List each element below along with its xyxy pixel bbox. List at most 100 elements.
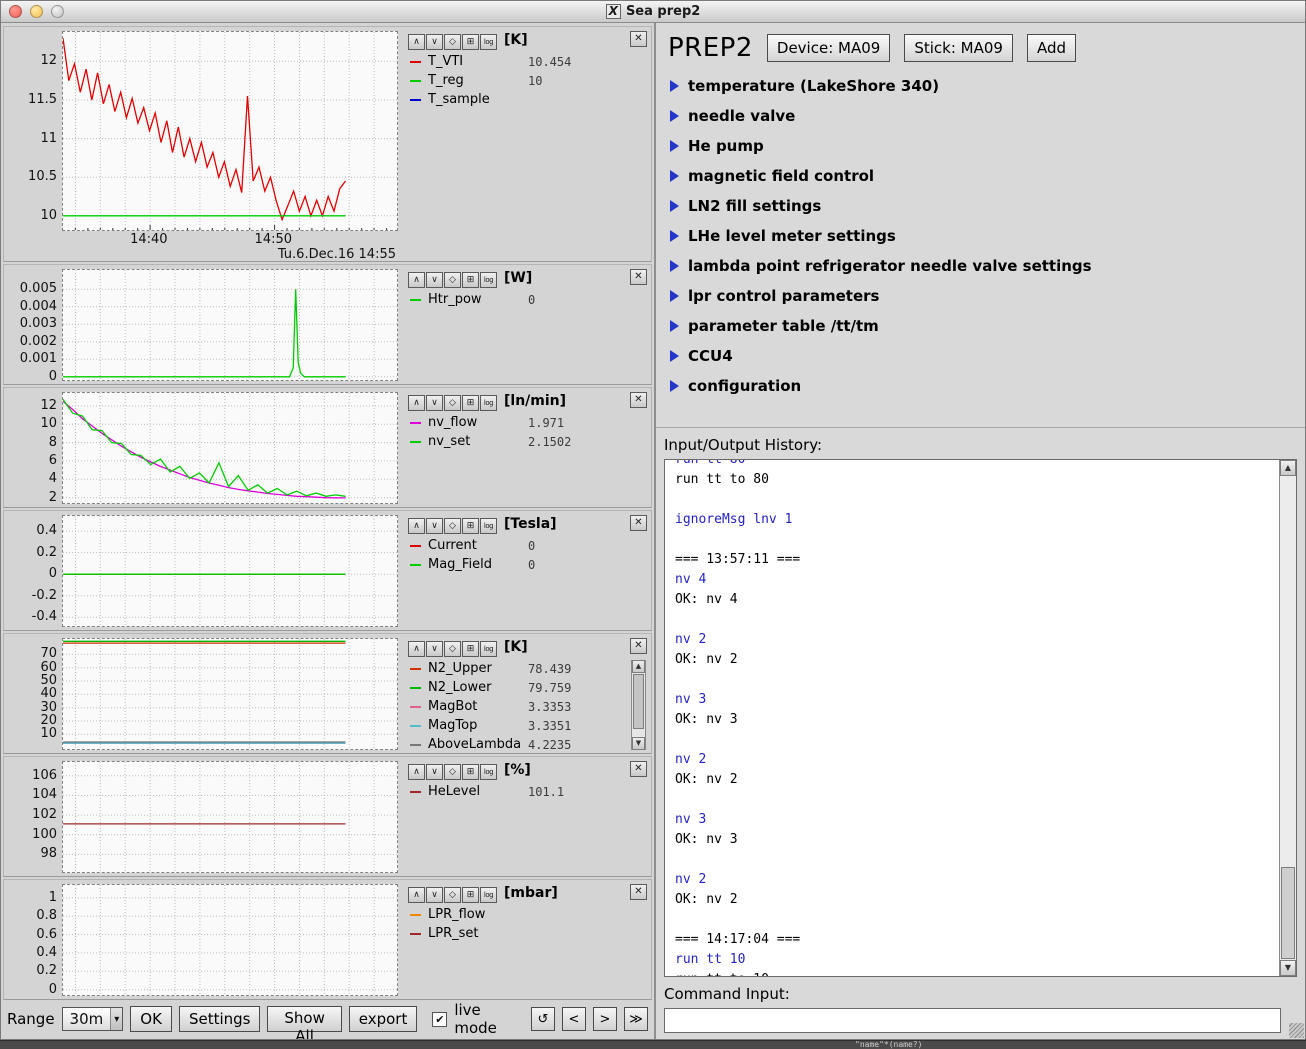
pan-left-button[interactable]: < [562, 1007, 586, 1031]
expand-triangle-icon[interactable] [670, 140, 679, 152]
section-he-pump[interactable]: He pump [670, 131, 1305, 161]
expand-triangle-icon[interactable] [670, 200, 679, 212]
legend-item-N2_Lower[interactable]: N2_Lower79.759 [408, 678, 649, 697]
section-lambda-point-refrigerator-needle-valve-settings[interactable]: lambda point refrigerator needle valve s… [670, 251, 1305, 281]
scroll-thumb[interactable] [633, 674, 644, 729]
close-chart-button[interactable]: ✕ [630, 638, 647, 654]
close-chart-button[interactable]: ✕ [630, 761, 647, 777]
zoom-window-button[interactable] [51, 5, 64, 18]
scale-up-button[interactable]: ∧ [408, 272, 425, 288]
scale-up-button[interactable]: ∧ [408, 641, 425, 657]
scroll-thumb[interactable] [1281, 867, 1295, 959]
history-scrollbar[interactable]: ▲ ▼ [1279, 460, 1296, 976]
add-button[interactable]: Add [1027, 34, 1076, 62]
legend-item-T_sample[interactable]: T_sample [408, 90, 649, 109]
scale-down-button[interactable]: ∨ [426, 518, 443, 534]
plot-area[interactable] [62, 638, 398, 750]
grid-button[interactable]: ⊞ [462, 395, 479, 411]
settings-button[interactable]: Settings [179, 1006, 261, 1032]
legend-item-LPR_set[interactable]: LPR_set [408, 924, 649, 943]
ok-button[interactable]: OK [130, 1006, 172, 1032]
scale-down-button[interactable]: ∨ [426, 272, 443, 288]
autoscale-button[interactable]: ◇ [444, 272, 461, 288]
resize-grip[interactable] [1289, 1023, 1304, 1038]
legend-item-Current[interactable]: Current0 [408, 536, 649, 555]
grid-button[interactable]: ⊞ [462, 518, 479, 534]
log-button[interactable]: log [480, 272, 497, 288]
legend-item-nv_set[interactable]: nv_set2.1502 [408, 432, 649, 451]
pan-right-button[interactable]: > [593, 1007, 617, 1031]
scroll-down-icon[interactable]: ▼ [1280, 960, 1296, 976]
scale-down-button[interactable]: ∨ [426, 34, 443, 50]
legend-item-MagBot[interactable]: MagBot3.3353 [408, 697, 649, 716]
legend-item-nv_flow[interactable]: nv_flow1.971 [408, 413, 649, 432]
reset-view-button[interactable]: ↺ [531, 1007, 555, 1031]
expand-triangle-icon[interactable] [670, 260, 679, 272]
plot-area[interactable] [62, 884, 398, 996]
expand-triangle-icon[interactable] [670, 230, 679, 242]
scale-down-button[interactable]: ∨ [426, 764, 443, 780]
section-lpr-control-parameters[interactable]: lpr control parameters [670, 281, 1305, 311]
expand-triangle-icon[interactable] [670, 350, 679, 362]
expand-triangle-icon[interactable] [670, 170, 679, 182]
autoscale-button[interactable]: ◇ [444, 887, 461, 903]
close-chart-button[interactable]: ✕ [630, 392, 647, 408]
autoscale-button[interactable]: ◇ [444, 641, 461, 657]
autoscale-button[interactable]: ◇ [444, 34, 461, 50]
pan-end-button[interactable]: ≫ [624, 1007, 648, 1031]
scale-up-button[interactable]: ∧ [408, 764, 425, 780]
plot-area[interactable] [62, 31, 398, 231]
autoscale-button[interactable]: ◇ [444, 764, 461, 780]
scale-up-button[interactable]: ∧ [408, 395, 425, 411]
scale-up-button[interactable]: ∧ [408, 518, 425, 534]
device-button[interactable]: Device: MA09 [767, 34, 890, 62]
stick-button[interactable]: Stick: MA09 [904, 34, 1013, 62]
scale-up-button[interactable]: ∧ [408, 34, 425, 50]
section-temperature-lakeshore-340[interactable]: temperature (LakeShore 340) [670, 71, 1305, 101]
expand-triangle-icon[interactable] [670, 380, 679, 392]
expand-triangle-icon[interactable] [670, 320, 679, 332]
legend-item-T_reg[interactable]: T_reg10 [408, 71, 649, 90]
export-button[interactable]: export [349, 1006, 418, 1032]
scale-up-button[interactable]: ∧ [408, 887, 425, 903]
scale-down-button[interactable]: ∨ [426, 887, 443, 903]
legend-item-HeLevel[interactable]: HeLevel101.1 [408, 782, 649, 801]
section-ccu4[interactable]: CCU4 [670, 341, 1305, 371]
grid-button[interactable]: ⊞ [462, 764, 479, 780]
section-configuration[interactable]: configuration [670, 371, 1305, 401]
legend-item-MagTop[interactable]: MagTop3.3351 [408, 716, 649, 735]
autoscale-button[interactable]: ◇ [444, 395, 461, 411]
legend-scrollbar[interactable]: ▲ ▼ [631, 660, 646, 750]
autoscale-button[interactable]: ◇ [444, 518, 461, 534]
plot-area[interactable] [62, 515, 398, 627]
grid-button[interactable]: ⊞ [462, 34, 479, 50]
range-select[interactable]: 30m ▾ [62, 1007, 124, 1031]
close-chart-button[interactable]: ✕ [630, 884, 647, 900]
minimize-window-button[interactable] [30, 5, 43, 18]
legend-item-T_VTI[interactable]: T_VTI10.454 [408, 52, 649, 71]
expand-triangle-icon[interactable] [670, 80, 679, 92]
plot-area[interactable] [62, 392, 398, 504]
legend-item-Mag_Field[interactable]: Mag_Field0 [408, 555, 649, 574]
close-chart-button[interactable]: ✕ [630, 515, 647, 531]
plot-area[interactable] [62, 269, 398, 381]
scale-down-button[interactable]: ∨ [426, 395, 443, 411]
history-box[interactable]: run tt 80run tt to 80 ignoreMsg lnv 1 ==… [664, 459, 1297, 977]
log-button[interactable]: log [480, 641, 497, 657]
section-ln2-fill-settings[interactable]: LN2 fill settings [670, 191, 1305, 221]
window-titlebar[interactable]: XSea prep2 [1, 1, 1305, 23]
legend-item-LPR_flow[interactable]: LPR_flow [408, 905, 649, 924]
legend-item-N2_Upper[interactable]: N2_Upper78.439 [408, 659, 649, 678]
log-button[interactable]: log [480, 887, 497, 903]
legend-item-AboveLambda[interactable]: AboveLambda4.2235 [408, 735, 649, 751]
section-parameter-table-tt-tm[interactable]: parameter table /tt/tm [670, 311, 1305, 341]
command-input[interactable] [664, 1008, 1281, 1033]
section-lhe-level-meter-settings[interactable]: LHe level meter settings [670, 221, 1305, 251]
log-button[interactable]: log [480, 395, 497, 411]
plot-area[interactable] [62, 761, 398, 873]
close-window-button[interactable] [9, 5, 22, 18]
close-chart-button[interactable]: ✕ [630, 31, 647, 47]
grid-button[interactable]: ⊞ [462, 641, 479, 657]
expand-triangle-icon[interactable] [670, 110, 679, 122]
grid-button[interactable]: ⊞ [462, 272, 479, 288]
